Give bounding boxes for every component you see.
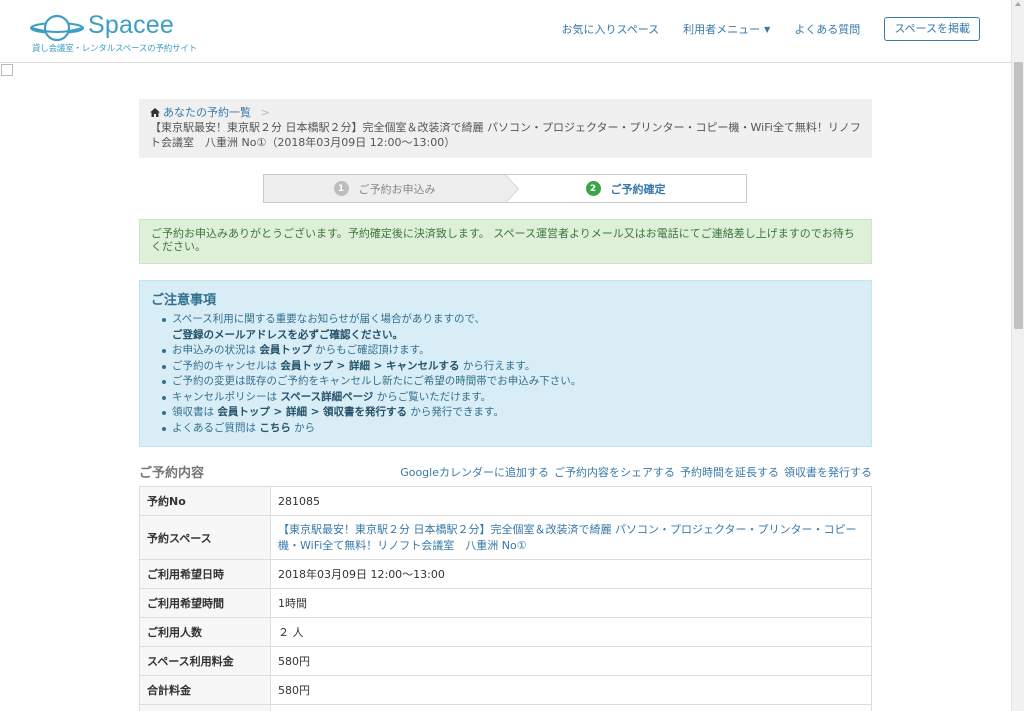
table-row: 予約スペース 【東京駅最安！東京駅２分 日本橋駅２分】完全個室＆改装済で綺麗 パ… — [139, 515, 872, 560]
row-label: スペース利用料金 — [139, 646, 271, 676]
notice-item: お申込みの状況は 会員トップ からもご確認頂けます。 — [151, 343, 860, 359]
space-detail-link[interactable]: スペース詳細ページ — [280, 391, 373, 403]
table-row: スペース利用料金 580円 — [139, 646, 872, 676]
breadcrumb-home-label: あなたの予約一覧 — [163, 106, 251, 119]
home-icon — [150, 108, 160, 117]
step-label: ご予約確定 — [610, 182, 666, 196]
notice-text: から — [290, 421, 316, 434]
breadcrumb: あなたの予約一覧 > 【東京駅最安！東京駅２分 日本橋駅２分】完全個室＆改装済で… — [139, 99, 872, 158]
notice-text: ご予約のキャンセルは — [172, 359, 281, 372]
add-google-calendar-link[interactable]: Googleカレンダーに追加する — [400, 466, 549, 479]
site-header: Spacee 貸し会議室・レンタルスペースの予約サイト お気に入りスペース 利用… — [0, 0, 1011, 63]
notice-item: ご予約のキャンセルは 会員トップ > 詳細 > キャンセルする から行えます。 — [151, 359, 860, 375]
page-scrollbar[interactable] — [1011, 0, 1024, 711]
spacee-logo[interactable]: Spacee 貸し会議室・レンタルスペースの予約サイト — [30, 9, 230, 55]
notice-item: ご予約の変更は既存のご予約をキャンセルし新たにご希望の時間帯でお申込み下さい。 — [151, 374, 860, 390]
table-row: ご利用希望時間 1時間 — [139, 588, 872, 618]
share-reservation-link[interactable]: ご予約内容をシェアする — [554, 466, 675, 479]
nav-user-menu[interactable]: 利用者メニュー ▼ — [683, 21, 770, 37]
table-row: 予約No 281085 — [139, 486, 872, 516]
notice-item: ご登録のメールアドレスを必ずご確認ください。 — [151, 328, 860, 344]
main-content: あなたの予約一覧 > 【東京駅最安！東京駅２分 日本橋駅２分】完全個室＆改装済で… — [139, 99, 872, 711]
notice-item: スペース利用に関する重要なお知らせが届く場合がありますので、 — [151, 312, 860, 328]
row-label: 合計料金 — [139, 675, 271, 705]
nav-favorites[interactable]: お気に入りスペース — [561, 21, 659, 37]
notice-list: スペース利用に関する重要なお知らせが届く場合がありますので、 ご登録のメールアド… — [151, 312, 860, 436]
table-row: 合計料金 580円 — [139, 675, 872, 705]
cancel-path-link[interactable]: 会員トップ > 詳細 > キャンセルする — [280, 360, 459, 372]
table-row: ご利用人数 ２ 人 — [139, 617, 872, 647]
scroll-up-arrow-icon[interactable] — [1015, 2, 1021, 6]
reserved-space-link[interactable]: 【東京駅最安！東京駅２分 日本橋駅２分】完全個室＆改装済で綺麗 パソコン・プロジ… — [270, 515, 872, 560]
row-label — [139, 704, 271, 711]
notice-item: 領収書は 会員トップ > 詳細 > 領収書を発行する から発行できます。 — [151, 405, 860, 421]
row-label: ご利用希望日時 — [139, 559, 271, 589]
faq-here-link[interactable]: こちら — [259, 422, 291, 434]
reservation-datetime: 2018年03月09日 12:00〜13:00 — [270, 559, 872, 589]
issue-receipt-link[interactable]: 領収書を発行する — [784, 466, 872, 479]
caret-down-icon: ▼ — [764, 24, 771, 34]
breadcrumb-separator: > — [260, 106, 270, 119]
step-number: 2 — [585, 181, 601, 196]
step-label: ご予約お申込み — [358, 182, 436, 196]
scrollbar-thumb[interactable] — [1014, 62, 1023, 329]
row-label: ご利用希望時間 — [139, 588, 271, 618]
table-row: ご利用希望日時 2018年03月09日 12:00〜13:00 — [139, 559, 872, 589]
row-label: ご利用人数 — [139, 617, 271, 647]
nav-faq[interactable]: よくある質問 — [794, 21, 860, 37]
notice-text: から行えます。 — [459, 359, 536, 372]
notice-emphasis: ご登録のメールアドレスを必ずご確認ください。 — [172, 328, 403, 341]
reservation-duration: 1時間 — [270, 588, 872, 618]
notice-text: お申込みの状況は — [172, 344, 260, 356]
table-row — [139, 704, 872, 711]
nav-user-menu-label: 利用者メニュー — [683, 23, 761, 36]
logo-tagline: 貸し会議室・レンタルスペースの予約サイト — [32, 44, 197, 54]
logo-text: Spacee — [88, 11, 174, 39]
notice-text: スペース利用に関する重要なお知らせが届く場合がありますので、 — [172, 313, 486, 325]
row-label: 予約No — [139, 486, 271, 516]
breadcrumb-home-link[interactable]: あなたの予約一覧 — [150, 106, 255, 119]
notice-title: ご注意事項 — [151, 293, 217, 308]
section-title: ご予約内容 — [139, 466, 205, 481]
notice-text: キャンセルポリシーは — [172, 390, 281, 403]
post-space-button[interactable]: スペースを掲載 — [884, 17, 980, 41]
total-fee: 580円 — [270, 675, 872, 705]
step-number: 1 — [333, 181, 349, 196]
reservation-number: 281085 — [270, 486, 872, 516]
reservation-detail-table: 予約No 281085 予約スペース 【東京駅最安！東京駅２分 日本橋駅２分】完… — [139, 486, 872, 711]
header-nav: お気に入りスペース 利用者メニュー ▼ よくある質問 スペースを掲載 — [537, 17, 980, 41]
notice-text: からもご確認頂けます。 — [311, 344, 430, 356]
space-fee: 580円 — [270, 646, 872, 676]
step-apply: 1 ご予約お申込み — [264, 175, 519, 202]
step-confirmed: 2 ご予約確定 — [505, 175, 746, 202]
notice-text: よくあるご質問は — [172, 421, 260, 434]
extend-time-link[interactable]: 予約時間を延長する — [680, 466, 779, 479]
progress-steps: 1 ご予約お申込み 2 ご予約確定 — [263, 174, 747, 203]
notice-item: キャンセルポリシーは スペース詳細ページ からご覧いただけます。 — [151, 390, 860, 406]
row-value — [270, 704, 872, 711]
notice-text: から発行できます。 — [407, 406, 504, 418]
planet-logo-icon — [30, 14, 84, 42]
notice-text: からご覧いただけます。 — [373, 390, 492, 403]
receipt-path-link[interactable]: 会員トップ > 詳細 > 領収書を発行する — [217, 406, 407, 418]
broken-image-icon — [1, 64, 13, 76]
breadcrumb-current: 【東京駅最安！東京駅２分 日本橋駅２分】完全個室＆改装済で綺麗 パソコン・プロジ… — [150, 121, 861, 149]
row-label: 予約スペース — [139, 515, 271, 560]
notice-box: ご注意事項 スペース利用に関する重要なお知らせが届く場合がありますので、 ご登録… — [139, 280, 872, 447]
number-of-people: ２ 人 — [270, 617, 872, 647]
reservation-section-header: ご予約内容 Googleカレンダーに追加する ご予約内容をシェアする 予約時間を延長… — [139, 462, 872, 481]
section-actions: Googleカレンダーに追加する ご予約内容をシェアする 予約時間を延長する 領収書を… — [395, 464, 872, 480]
notice-text: 領収書は — [172, 406, 218, 418]
member-top-link[interactable]: 会員トップ — [259, 344, 312, 356]
success-alert: ご予約お申込みありがとうございます。予約確定後に決済致します。 スペース運営者よ… — [139, 219, 872, 264]
notice-text: ご予約の変更は既存のご予約をキャンセルし新たにご希望の時間帯でお申込み下さい。 — [172, 375, 582, 387]
notice-item: よくあるご質問は こちら から — [151, 421, 860, 437]
